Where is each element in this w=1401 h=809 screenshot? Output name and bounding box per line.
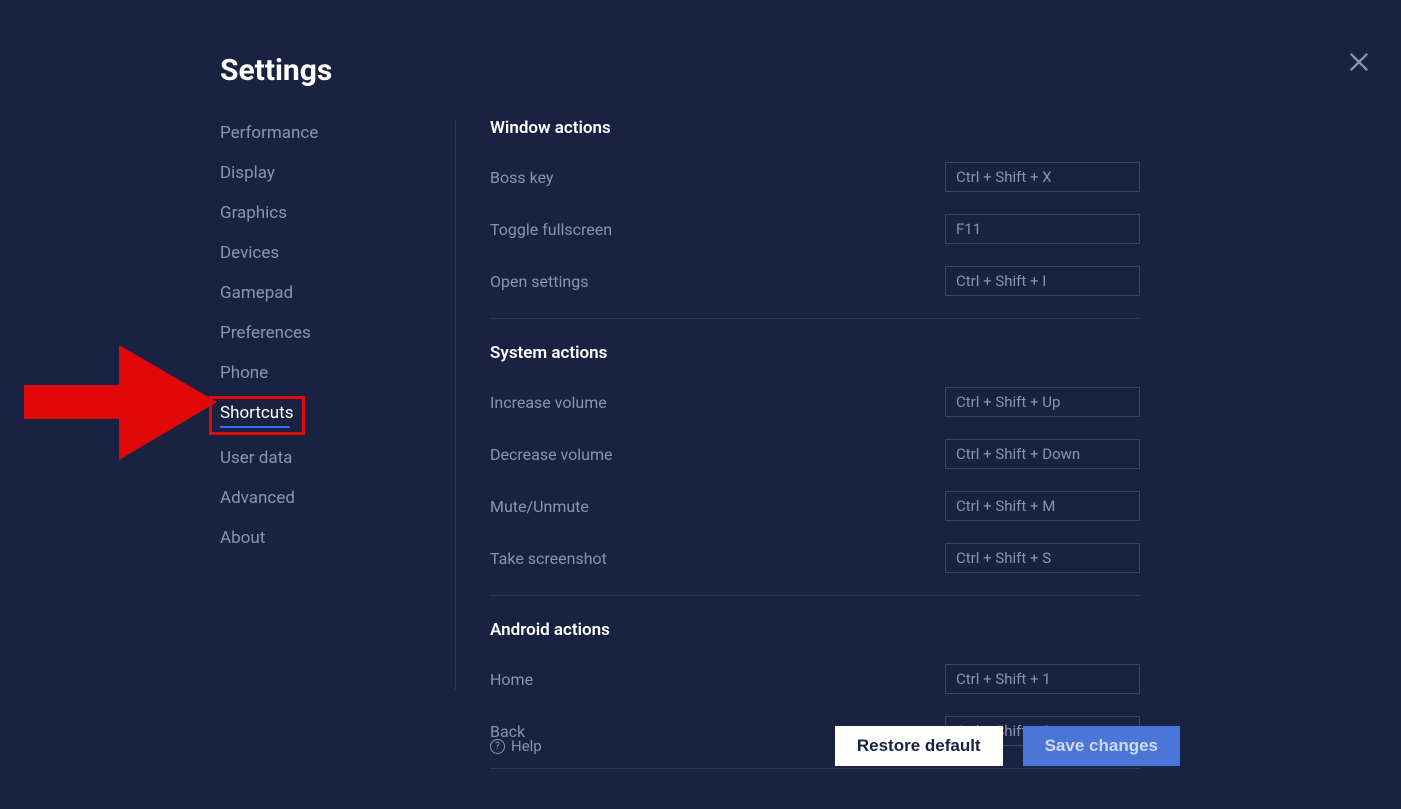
help-link[interactable]: ? Help bbox=[490, 737, 542, 755]
divider bbox=[490, 318, 1140, 319]
section-title-system: System actions bbox=[490, 343, 1140, 363]
active-underline bbox=[220, 426, 290, 428]
shortcut-label: Take screenshot bbox=[490, 549, 945, 568]
footer: ? Help Restore default Save changes bbox=[490, 726, 1180, 766]
save-changes-button[interactable]: Save changes bbox=[1023, 726, 1180, 766]
help-label: Help bbox=[511, 737, 542, 755]
shortcut-input-dec-volume[interactable]: Ctrl + Shift + Down bbox=[945, 439, 1140, 469]
sidebar-item-user-data[interactable]: User data bbox=[220, 448, 292, 468]
section-title-window: Window actions bbox=[490, 118, 1140, 138]
divider bbox=[455, 120, 456, 690]
help-icon: ? bbox=[490, 739, 505, 754]
shortcut-input-mute[interactable]: Ctrl + Shift + M bbox=[945, 491, 1140, 521]
shortcut-row-dec-volume: Decrease volume Ctrl + Shift + Down bbox=[490, 439, 1140, 469]
shortcut-label: Decrease volume bbox=[490, 445, 945, 464]
sidebar-item-advanced[interactable]: Advanced bbox=[220, 488, 295, 508]
shortcut-row-boss-key: Boss key Ctrl + Shift + X bbox=[490, 162, 1140, 192]
shortcut-label: Home bbox=[490, 670, 945, 689]
sidebar-item-display[interactable]: Display bbox=[220, 163, 275, 183]
annotation-arrow bbox=[24, 345, 217, 460]
shortcut-input-home[interactable]: Ctrl + Shift + 1 bbox=[945, 664, 1140, 694]
shortcut-row-screenshot: Take screenshot Ctrl + Shift + S bbox=[490, 543, 1140, 573]
shortcut-row-mute: Mute/Unmute Ctrl + Shift + M bbox=[490, 491, 1140, 521]
sidebar-item-performance[interactable]: Performance bbox=[220, 123, 318, 143]
sidebar-item-about[interactable]: About bbox=[220, 528, 265, 548]
shortcut-input-fullscreen[interactable]: F11 bbox=[945, 214, 1140, 244]
sidebar-item-devices[interactable]: Devices bbox=[220, 243, 279, 263]
shortcut-label: Mute/Unmute bbox=[490, 497, 945, 516]
shortcut-label: Toggle fullscreen bbox=[490, 220, 945, 239]
divider bbox=[490, 595, 1140, 596]
shortcut-row-open-settings: Open settings Ctrl + Shift + I bbox=[490, 266, 1140, 296]
shortcut-label: Open settings bbox=[490, 272, 945, 291]
shortcut-row-inc-volume: Increase volume Ctrl + Shift + Up bbox=[490, 387, 1140, 417]
shortcut-row-fullscreen: Toggle fullscreen F11 bbox=[490, 214, 1140, 244]
shortcut-label: Increase volume bbox=[490, 393, 945, 412]
close-button[interactable] bbox=[1345, 48, 1373, 76]
sidebar-item-label: Shortcuts bbox=[220, 403, 294, 423]
sidebar-item-phone[interactable]: Phone bbox=[220, 363, 268, 383]
close-icon bbox=[1345, 48, 1373, 76]
shortcut-label: Boss key bbox=[490, 168, 945, 187]
shortcut-input-screenshot[interactable]: Ctrl + Shift + S bbox=[945, 543, 1140, 573]
divider bbox=[490, 768, 1140, 769]
shortcut-input-open-settings[interactable]: Ctrl + Shift + I bbox=[945, 266, 1140, 296]
shortcut-row-home: Home Ctrl + Shift + 1 bbox=[490, 664, 1140, 694]
sidebar-item-shortcuts[interactable]: Shortcuts bbox=[209, 396, 305, 435]
shortcut-input-boss-key[interactable]: Ctrl + Shift + X bbox=[945, 162, 1140, 192]
sidebar-item-graphics[interactable]: Graphics bbox=[220, 203, 287, 223]
main-content: Window actions Boss key Ctrl + Shift + X… bbox=[490, 118, 1140, 793]
shortcut-input-inc-volume[interactable]: Ctrl + Shift + Up bbox=[945, 387, 1140, 417]
section-title-android: Android actions bbox=[490, 620, 1140, 640]
sidebar-item-preferences[interactable]: Preferences bbox=[220, 323, 311, 343]
sidebar: Performance Display Graphics Devices Gam… bbox=[220, 123, 420, 548]
page-title: Settings bbox=[220, 53, 332, 88]
restore-default-button[interactable]: Restore default bbox=[835, 726, 1003, 766]
sidebar-item-gamepad[interactable]: Gamepad bbox=[220, 283, 293, 303]
